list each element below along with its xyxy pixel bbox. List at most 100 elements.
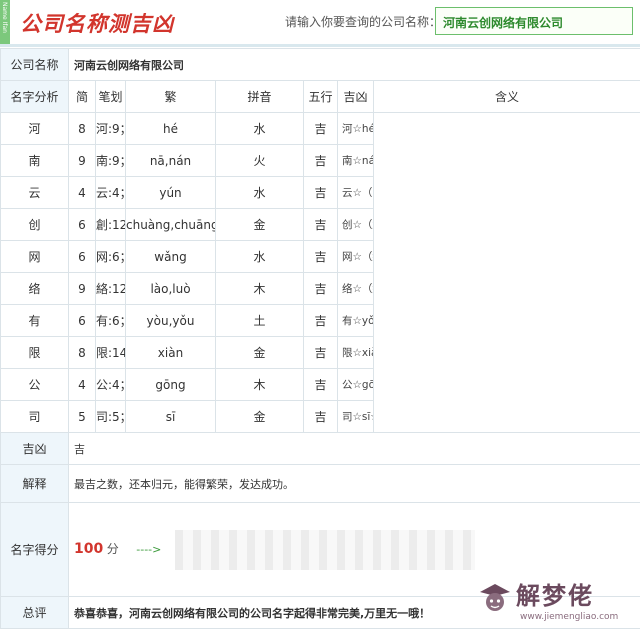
char-cell: 创	[0, 208, 69, 241]
traditional-cell: 南:9；	[95, 144, 126, 177]
traditional-cell: 絡:12；	[95, 272, 126, 305]
stroke-cell: 6	[68, 240, 96, 273]
result-table: 公司名称 河南云创网络有限公司 名字分析 简 笔划 繁 拼音 五行 吉凶 含义 …	[0, 48, 640, 629]
wuxing-cell: 水	[215, 240, 304, 273]
explain-value: 最吉之数，还本归元，能得繁荣，发达成功。	[67, 464, 640, 503]
meaning-cell: 司☆sī☆主管，操作：司法。司机。司令。司南	[337, 400, 374, 433]
traditional-cell: 司:5；	[95, 400, 126, 433]
explain-row: 解释 最吉之数，还本归元，能得繁荣，发达成功。	[0, 464, 640, 503]
table-row: 限8限:14；xiàn金吉限☆xiàn☆指定的范围：期限。界限。权限。局	[0, 336, 640, 369]
stroke-cell: 6	[68, 208, 96, 241]
stroke-cell: 8	[68, 112, 96, 145]
fortune-label: 吉凶	[0, 432, 69, 465]
fortune-cell: 吉	[303, 304, 338, 337]
char-cell: 司	[0, 400, 69, 433]
stroke-cell: 9	[68, 272, 96, 305]
meaning-cell: 云☆（③④雲）☆yún☆说话，引文：人云亦云	[337, 176, 374, 209]
char-rows: 河8河:9；hé水吉河☆hé☆水道的通称：河道。河沟。河谷。河南9南:9；nā,…	[0, 112, 640, 433]
page-title: 公司名称测吉凶	[20, 12, 174, 36]
char-cell: 络	[0, 272, 69, 305]
wuxing-cell: 木	[215, 368, 304, 401]
wuxing-cell: 金	[215, 336, 304, 369]
fortune-cell: 吉	[303, 176, 338, 209]
meaning-cell: 创☆（創）☆chuàng☆开始，开始做：创造。	[337, 208, 374, 241]
pinyin-cell: sī	[125, 400, 216, 433]
fortune-cell: 吉	[303, 336, 338, 369]
side-tab[interactable]: Name Ifan	[0, 0, 10, 44]
pinyin-cell: chuàng,chuāng	[125, 208, 216, 241]
traditional-cell: 网:6；網:14；	[95, 240, 126, 273]
header: Name Ifan 公司名称测吉凶 请输入你要查询的公司名称： 河南云创网络有限…	[0, 0, 640, 44]
score-value: 100	[74, 540, 104, 557]
score-arrow: ---->	[136, 542, 162, 556]
table-row: 有6有:6；yòu,yǒu土吉有☆yǒu☆存在：有关。有方（得法）。有案可	[0, 304, 640, 337]
traditional-cell: 河:9；	[95, 112, 126, 145]
watermark-logo-text: 解梦佬	[516, 582, 594, 610]
col-jian: 简	[68, 80, 96, 113]
char-cell: 有	[0, 304, 69, 337]
summary-label: 总评	[0, 596, 69, 629]
meaning-cell: 河☆hé☆水道的通称：河道。河沟。河谷。河	[337, 112, 374, 145]
traditional-cell: 公:4；	[95, 368, 126, 401]
stroke-cell: 5	[68, 400, 96, 433]
watermark-url: www.jiemengliao.com	[520, 612, 619, 622]
table-row: 司5司:5；sī金吉司☆sī☆主管，操作：司法。司机。司令。司南	[0, 400, 640, 433]
fortune-cell: 吉	[303, 208, 338, 241]
pinyin-cell: wǎng	[125, 240, 216, 273]
table-row: 南9南:9；nā,nán火吉南☆nán☆方向，早晨面对太阳，右手的一边，	[0, 144, 640, 177]
fortune-cell: 吉	[303, 400, 338, 433]
meaning-cell: 南☆nán☆方向，早晨面对太阳，右手的一边，	[337, 144, 374, 177]
analysis-label: 名字分析	[0, 80, 69, 113]
table-row: 络9絡:12；lào,luò木吉络☆（絡）☆luò☆像网子那样的东西：络头	[0, 272, 640, 305]
wuxing-cell: 火	[215, 144, 304, 177]
blurred-content	[174, 529, 475, 570]
wuxing-cell: 木	[215, 272, 304, 305]
mascot-icon	[480, 584, 510, 611]
table-row: 云4云:4；雲:12；yún水吉云☆（③④雲）☆yún☆说话，引文：人云亦云	[0, 176, 640, 209]
table-row: 网6网:6；網:14；wǎng水吉网☆（網）☆wǎng☆用绳、线等结成的捕鱼捉	[0, 240, 640, 273]
traditional-cell: 云:4；雲:12；	[95, 176, 126, 209]
fortune-cell: 吉	[303, 272, 338, 305]
pinyin-cell: yòu,yǒu	[125, 304, 216, 337]
char-cell: 网	[0, 240, 69, 273]
fortune-cell: 吉	[303, 368, 338, 401]
stroke-cell: 4	[68, 176, 96, 209]
fortune-row: 吉凶 吉	[0, 432, 640, 465]
char-cell: 公	[0, 368, 69, 401]
table-row: 创6創:12；chuàng,chuāng金吉创☆（創）☆chuàng☆开始，开始…	[0, 208, 640, 241]
pinyin-cell: hé	[125, 112, 216, 145]
col-wuxing: 五行	[303, 80, 338, 113]
wuxing-cell: 土	[215, 304, 304, 337]
stroke-cell: 8	[68, 336, 96, 369]
col-meaning: 含义	[372, 80, 640, 113]
char-cell: 南	[0, 144, 69, 177]
analysis-header-row: 名字分析 简 笔划 繁 拼音 五行 吉凶 含义	[0, 80, 640, 113]
meaning-cell: 限☆xiàn☆指定的范围：期限。界限。权限。局	[337, 336, 374, 369]
traditional-cell: 有:6；	[95, 304, 126, 337]
stroke-cell: 4	[68, 368, 96, 401]
pinyin-cell: xiàn	[125, 336, 216, 369]
table-row: 河8河:9；hé水吉河☆hé☆水道的通称：河道。河沟。河谷。河	[0, 112, 640, 145]
col-fan: 繁	[125, 80, 216, 113]
col-pinyin: 拼音	[215, 80, 304, 113]
wuxing-cell: 金	[215, 400, 304, 433]
pinyin-cell: yún	[125, 176, 216, 209]
col-jixiong: 吉凶	[337, 80, 374, 113]
wuxing-cell: 水	[215, 112, 304, 145]
pinyin-cell: nā,nán	[125, 144, 216, 177]
stroke-cell: 6	[68, 304, 96, 337]
company-name-input[interactable]: 河南云创网络有限公司	[435, 7, 633, 35]
traditional-cell: 限:14；	[95, 336, 126, 369]
company-label: 公司名称	[0, 48, 69, 81]
char-cell: 限	[0, 336, 69, 369]
fortune-cell: 吉	[303, 112, 338, 145]
table-row: 公4公:4；gōng木吉公☆gōng☆正直无私，为大家利益：公正。公	[0, 368, 640, 401]
char-cell: 河	[0, 112, 69, 145]
char-cell: 云	[0, 176, 69, 209]
explain-label: 解释	[0, 464, 69, 503]
wuxing-cell: 水	[215, 176, 304, 209]
stroke-cell: 9	[68, 144, 96, 177]
fortune-cell: 吉	[303, 144, 338, 177]
col-bihua: 笔划	[95, 80, 126, 113]
meaning-cell: 络☆（絡）☆luò☆像网子那样的东西：络头	[337, 272, 374, 305]
